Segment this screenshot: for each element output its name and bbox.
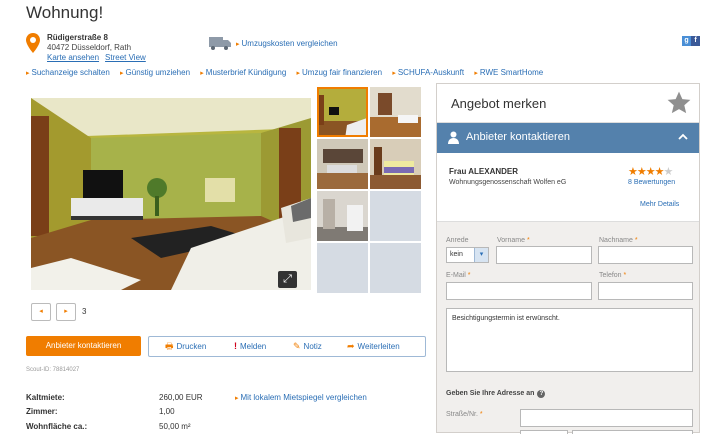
prev-page-button[interactable]: ◂ [31,303,51,321]
contact-header[interactable]: Anbieter kontaktieren [437,123,699,153]
streetview-link[interactable]: Street View [105,53,146,62]
print-icon: 🖶 [165,341,174,351]
provider-info: Frau ALEXANDER Wohnungsgenossenschaft Wo… [437,153,699,222]
zip-field[interactable] [520,430,568,434]
action-bar: 🖶 Drucken ! Melden ✎ Notiz ➦ Weiterleiten [148,336,426,357]
exclamation-icon: ! [234,341,237,351]
fact-label: Kaltmiete: [26,393,65,402]
nav-link-finanzieren[interactable]: ▸ Umzug fair finanzieren [297,68,383,77]
google-plus-icon[interactable]: g [682,36,691,46]
more-details-link[interactable]: Mehr Details [640,201,679,208]
thumbnail-empty [317,243,368,293]
help-icon[interactable]: ? [537,390,546,398]
fact-value: 260,00 EUR [159,393,203,402]
chevron-up-icon[interactable] [677,131,689,143]
fact-value: 50,00 m² [159,422,191,431]
ratings-link[interactable]: 8 Bewertungen [628,179,675,186]
fact-value: 1,00 [159,407,175,416]
thumbnail-empty [370,191,421,241]
vorname-label: Vorname * [497,237,530,244]
provider-company: Wohnungsgenossenschaft Wolfen eG [449,179,567,186]
expand-icon[interactable]: ⤢ [278,271,297,288]
fact-label: Zimmer: [26,407,58,416]
scout-id: Scout-ID: 78814027 [26,367,80,373]
nav-link-schufa[interactable]: ▸ SCHUFA-Auskunft [392,68,464,77]
thumbnail-1[interactable] [317,87,368,137]
forward-button[interactable]: ➦ Weiterleiten [347,337,400,356]
street-label: Straße/Nr. * [446,411,483,418]
thumbnail-3[interactable] [317,139,368,189]
quick-links: ▸ Suchanzeige schalten ▸ Günstig umziehen … [26,68,551,77]
star-icon[interactable] [666,90,692,116]
living-room-image [31,98,311,290]
contact-provider-button[interactable]: Anbieter kontaktieren [26,336,141,356]
nav-link-rwe[interactable]: ▸ RWE SmartHome [474,68,543,77]
social-share[interactable]: gf [682,29,700,46]
nav-link-suchanzeige[interactable]: ▸ Suchanzeige schalten [26,68,110,77]
anrede-select[interactable]: kein ▾ [446,247,489,263]
nachname-field[interactable] [598,246,693,264]
forward-icon: ➦ [347,341,355,351]
star-filled-icon: ★ [628,166,638,178]
pencil-icon: ✎ [293,341,301,351]
address-city: 40472 Düsseldorf, Rath [47,43,132,52]
page-title: Wohnung! [26,3,104,22]
page-count: 3 [82,307,87,316]
note-button[interactable]: ✎ Notiz [293,337,322,356]
address-street: Rüdigerstraße 8 [47,33,108,42]
star-filled-icon: ★ [654,166,665,178]
street-field[interactable] [520,409,693,427]
thumbnail-grid [317,87,422,296]
star-empty-icon: ★ [663,166,674,178]
moving-cost-link[interactable]: ▸ Umzugskosten vergleichen [236,39,338,48]
contact-header-label: Anbieter kontaktieren [466,131,570,143]
nav-link-kuendigung[interactable]: ▸ Musterbrief Kündigung [200,68,286,77]
map-link[interactable]: Karte ansehen [47,53,99,62]
star-filled-icon: ★ [636,166,647,178]
thumbnail-5[interactable] [317,191,368,241]
location-pin-icon [26,33,40,53]
rating-stars: ★★★★★ [628,165,674,178]
thumbnail-2[interactable] [370,87,421,137]
next-page-button[interactable]: ▸ [56,303,76,321]
person-icon [448,131,459,144]
vorname-field[interactable] [496,246,592,264]
anrede-label: Anrede [446,237,469,244]
truck-icon [209,37,231,50]
telefon-field[interactable] [598,282,693,300]
fact-label: Wohnfläche ca.: [26,422,88,431]
address-heading: Geben Sie Ihre Adresse an? [446,390,546,398]
thumbnail-4[interactable] [370,139,421,189]
nachname-label: Nachname * [599,237,638,244]
city-field[interactable] [572,430,693,434]
message-textarea[interactable]: Besichtigungstermin ist erwünscht. [446,308,693,372]
save-listing-label: Angebot merken [451,96,547,111]
telefon-label: Telefon * [599,272,627,279]
contact-sidebar: Angebot merken Anbieter kontaktieren Fra… [436,83,700,434]
main-photo[interactable] [31,98,311,290]
report-button[interactable]: ! Melden [234,337,266,356]
star-filled-icon: ★ [645,166,656,178]
mietspiegel-link[interactable]: ▸ Mit lokalem Mietspiegel vergleichen [235,393,367,402]
provider-name: Frau ALEXANDER [449,167,519,176]
chevron-down-icon: ▾ [474,248,488,262]
email-field[interactable] [446,282,592,300]
print-button[interactable]: 🖶 Drucken [165,337,206,356]
facebook-icon[interactable]: f [691,36,700,46]
email-label: E-Mail * [446,272,471,279]
thumbnail-empty [370,243,421,293]
save-listing-bar[interactable]: Angebot merken [437,84,699,123]
nav-link-umziehen[interactable]: ▸ Günstig umziehen [120,68,190,77]
